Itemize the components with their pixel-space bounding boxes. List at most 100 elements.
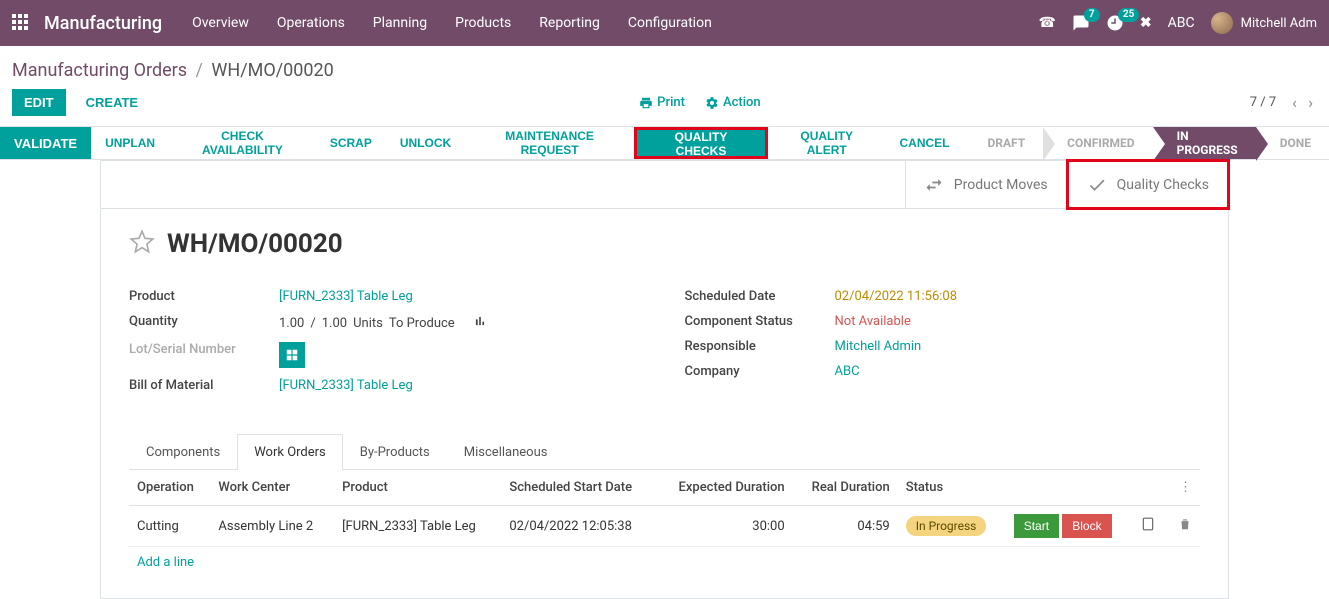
edit-button[interactable]: EDIT xyxy=(12,89,66,116)
action-row: VALIDATE UNPLAN CHECK AVAILABILITY SCRAP… xyxy=(0,126,1329,160)
favorite-star-icon[interactable] xyxy=(129,229,155,259)
qty-done: 1.00 xyxy=(279,316,304,331)
company-value[interactable]: ABC xyxy=(835,364,1201,379)
quality-alert-button[interactable]: QUALITY ALERT xyxy=(768,127,886,159)
table-row[interactable]: Cutting Assembly Line 2 [FURN_2333] Tabl… xyxy=(129,506,1200,547)
print-icon xyxy=(639,96,653,110)
qty-total[interactable]: 1.00 xyxy=(322,316,347,331)
phone-icon[interactable] xyxy=(1038,15,1055,31)
menu-planning[interactable]: Planning xyxy=(373,15,427,31)
gear-icon xyxy=(705,96,719,110)
start-button[interactable]: Start xyxy=(1014,514,1059,538)
th-product[interactable]: Product xyxy=(334,470,501,506)
breadcrumb-sep: / xyxy=(196,60,203,81)
user-menu[interactable]: Mitchell Adm xyxy=(1211,12,1317,34)
menu-configuration[interactable]: Configuration xyxy=(628,15,712,31)
status-confirmed[interactable]: CONFIRMED xyxy=(1043,127,1152,159)
clock-icon[interactable]: 25 xyxy=(1106,14,1124,32)
tab-miscellaneous[interactable]: Miscellaneous xyxy=(447,434,565,470)
comp-status-label: Component Status xyxy=(685,314,835,329)
product-moves-label: Product Moves xyxy=(954,177,1048,193)
tablet-icon[interactable] xyxy=(1141,520,1155,535)
cancel-button[interactable]: CANCEL xyxy=(885,127,963,159)
tab-by-products[interactable]: By-Products xyxy=(343,434,447,470)
product-moves-button[interactable]: Product Moves xyxy=(905,161,1066,208)
main-menu: Overview Operations Planning Products Re… xyxy=(192,15,1038,31)
print-button[interactable]: Print xyxy=(639,95,685,110)
product-label: Product xyxy=(129,289,279,304)
clock-badge: 25 xyxy=(1118,8,1139,22)
th-real[interactable]: Real Duration xyxy=(793,470,898,506)
close-icon[interactable] xyxy=(1140,15,1152,31)
scheduled-label: Scheduled Date xyxy=(685,289,835,304)
scrap-button[interactable]: SCRAP xyxy=(316,127,386,159)
pager-prev-icon[interactable]: ‹ xyxy=(1288,93,1301,112)
block-button[interactable]: Block xyxy=(1062,514,1111,538)
tabs: Components Work Orders By-Products Misce… xyxy=(129,433,1200,470)
swap-icon xyxy=(924,175,944,195)
th-status[interactable]: Status xyxy=(898,470,1006,506)
menu-overview[interactable]: Overview xyxy=(192,15,249,31)
menu-products[interactable]: Products xyxy=(455,15,511,31)
quality-checks-stat-button[interactable]: Quality Checks xyxy=(1066,159,1230,210)
breadcrumb: Manufacturing Orders / WH/MO/00020 xyxy=(0,46,1329,89)
work-orders-table: Operation Work Center Product Scheduled … xyxy=(129,470,1200,578)
cell-expected: 30:00 xyxy=(656,506,792,547)
lot-grid-button[interactable] xyxy=(279,342,305,368)
tab-work-orders[interactable]: Work Orders xyxy=(237,434,343,470)
order-name: WH/MO/00020 xyxy=(167,229,343,259)
th-operation[interactable]: Operation xyxy=(129,470,210,506)
create-button[interactable]: CREATE xyxy=(74,89,150,116)
status-draft[interactable]: DRAFT xyxy=(963,127,1043,159)
cell-operation: Cutting xyxy=(129,506,210,547)
product-value[interactable]: [FURN_2333] Table Leg xyxy=(279,289,645,304)
action-button[interactable]: Action xyxy=(705,95,761,110)
pager-next-icon[interactable]: › xyxy=(1304,93,1317,112)
bom-value[interactable]: [FURN_2333] Table Leg xyxy=(279,378,645,393)
company-label[interactable]: ABC xyxy=(1168,15,1195,31)
company-label-field: Company xyxy=(685,364,835,379)
qty-suffix: To Produce xyxy=(389,316,455,331)
pager-text: 7 / 7 xyxy=(1250,95,1276,110)
nav-right: 7 25 ABC Mitchell Adm xyxy=(1038,12,1317,34)
chart-icon[interactable] xyxy=(473,314,487,332)
apps-icon[interactable] xyxy=(12,14,30,32)
cell-work-center: Assembly Line 2 xyxy=(210,506,334,547)
quantity-label: Quantity xyxy=(129,314,279,332)
quality-checks-button[interactable]: QUALITY CHECKS xyxy=(634,127,768,159)
responsible-label: Responsible xyxy=(685,339,835,354)
unlock-button[interactable]: UNLOCK xyxy=(386,127,465,159)
status-in-progress[interactable]: IN PROGRESS xyxy=(1153,127,1256,159)
bom-label: Bill of Material xyxy=(129,378,279,393)
menu-operations[interactable]: Operations xyxy=(277,15,345,31)
lot-label: Lot/Serial Number xyxy=(129,342,279,368)
cell-scheduled: 02/04/2022 12:05:38 xyxy=(501,506,656,547)
status-badge: In Progress xyxy=(906,516,987,536)
top-navbar: Manufacturing Overview Operations Planni… xyxy=(0,0,1329,46)
th-scheduled[interactable]: Scheduled Start Date xyxy=(501,470,656,506)
comp-status-value: Not Available xyxy=(835,314,1201,329)
chat-icon[interactable]: 7 xyxy=(1072,14,1090,32)
qty-uom: Units xyxy=(353,316,383,331)
qty-sep: / xyxy=(310,316,315,331)
control-bar: EDIT CREATE Print Action 7 / 7 ‹ › xyxy=(0,89,1329,126)
form-sheet: Product Moves Quality Checks WH/MO/00020… xyxy=(100,160,1229,599)
responsible-value[interactable]: Mitchell Admin xyxy=(835,339,1201,354)
cell-real: 04:59 xyxy=(793,506,898,547)
breadcrumb-root[interactable]: Manufacturing Orders xyxy=(12,60,187,81)
unplan-button[interactable]: UNPLAN xyxy=(91,127,169,159)
validate-button[interactable]: VALIDATE xyxy=(0,127,91,159)
maintenance-button[interactable]: MAINTENANCE REQUEST xyxy=(465,127,634,159)
cell-product: [FURN_2333] Table Leg xyxy=(334,506,501,547)
trash-icon[interactable] xyxy=(1178,520,1192,535)
th-expected[interactable]: Expected Duration xyxy=(656,470,792,506)
chat-badge: 7 xyxy=(1084,8,1100,22)
scheduled-value: 02/04/2022 11:56:08 xyxy=(835,289,1201,304)
th-work-center[interactable]: Work Center xyxy=(210,470,334,506)
kebab-icon[interactable] xyxy=(1179,480,1192,495)
menu-reporting[interactable]: Reporting xyxy=(539,15,600,31)
check-availability-button[interactable]: CHECK AVAILABILITY xyxy=(169,127,316,159)
quality-checks-stat-label: Quality Checks xyxy=(1117,177,1209,193)
add-line[interactable]: Add a line xyxy=(129,547,1200,579)
tab-components[interactable]: Components xyxy=(129,434,237,470)
